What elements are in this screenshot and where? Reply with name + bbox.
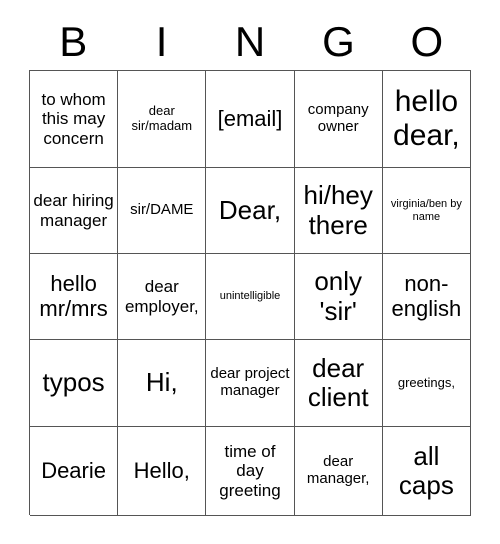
bingo-cell-label: dear employer, — [124, 277, 199, 316]
bingo-cell-label: time of day greeting — [219, 442, 281, 500]
bingo-header-letter-g: G — [322, 18, 355, 65]
bingo-cell-label: sir/DAME — [130, 201, 194, 219]
bingo-cell[interactable]: hi/hey there — [294, 168, 383, 254]
bingo-cell-label: Dear, — [218, 194, 282, 225]
bingo-cell[interactable]: only 'sir' — [294, 254, 383, 340]
bingo-cell-label: greetings, — [397, 374, 455, 390]
bingo-cell-label: dear project manager — [210, 365, 290, 399]
bingo-cell-label: only 'sir' — [314, 266, 363, 326]
bingo-cell-label: company owner — [307, 101, 369, 135]
bingo-cell[interactable]: greetings, — [382, 340, 471, 427]
bingo-cell-label: hello dear, — [393, 85, 460, 152]
bingo-cell[interactable]: typos — [30, 340, 119, 427]
bingo-cell[interactable]: dear manager, — [294, 427, 383, 516]
bingo-cell[interactable]: non-english — [382, 254, 471, 340]
bingo-cell-label: virginia/ben by name — [390, 198, 462, 223]
bingo-cell[interactable]: dear hiring manager — [30, 168, 119, 254]
bingo-cell[interactable]: unintelligible — [206, 254, 295, 340]
bingo-cell[interactable]: hello dear, — [382, 71, 471, 168]
bingo-cell-label: to whom this may concern — [41, 90, 106, 148]
bingo-cell-label: Dearie — [41, 457, 106, 483]
bingo-cell-label: all caps — [398, 440, 454, 500]
bingo-cell[interactable]: Dear, — [206, 168, 295, 254]
bingo-cell[interactable]: dear sir/madam — [118, 71, 207, 168]
bingo-cell-label: non-english — [391, 270, 462, 321]
bingo-header-letter-n: N — [234, 18, 266, 65]
bingo-cell[interactable]: Hi, — [118, 340, 207, 427]
bingo-cell[interactable]: virginia/ben by name — [382, 168, 471, 254]
bingo-cell-label: dear hiring manager — [33, 191, 114, 230]
bingo-cell[interactable]: to whom this may concern — [30, 71, 119, 168]
bingo-cell[interactable]: Hello, — [118, 427, 207, 516]
bingo-cell-label: unintelligible — [219, 290, 281, 303]
bingo-cell-label: Hello, — [133, 457, 190, 483]
bingo-header-letter-i: I — [155, 18, 168, 65]
bingo-header-letter-o: O — [410, 18, 444, 65]
bingo-cell[interactable]: time of day greeting — [206, 427, 295, 516]
bingo-header-letter-b: B — [59, 18, 88, 65]
bingo-cell[interactable]: dear employer, — [118, 254, 207, 340]
bingo-cell[interactable]: company owner — [294, 71, 383, 168]
bingo-cell-label: dear client — [307, 352, 369, 412]
bingo-cell-label: hello mr/mrs — [39, 270, 108, 321]
bingo-cell-label: hi/hey there — [303, 180, 373, 240]
bingo-cell[interactable]: [email] — [206, 71, 295, 168]
bingo-cell-label: typos — [42, 367, 105, 398]
bingo-cell-label: dear manager, — [306, 453, 370, 487]
bingo-grid: to whom this may concern dear sir/madam [e… — [29, 70, 471, 516]
bingo-card: B I N G O to whom this may concern dear s… — [0, 0, 500, 544]
bingo-cell[interactable]: Dearie — [30, 427, 119, 516]
bingo-header: B I N G O — [29, 14, 471, 70]
bingo-cell[interactable]: all caps — [382, 427, 471, 516]
bingo-cell[interactable]: hello mr/mrs — [30, 254, 119, 340]
bingo-cell[interactable]: sir/DAME — [118, 168, 207, 254]
bingo-cell[interactable]: dear project manager — [206, 340, 295, 427]
bingo-cell-label: dear sir/madam — [131, 103, 193, 133]
bingo-cell[interactable]: dear client — [294, 340, 383, 427]
bingo-cell-label: Hi, — [145, 367, 178, 398]
bingo-cell-label: [email] — [217, 105, 283, 131]
